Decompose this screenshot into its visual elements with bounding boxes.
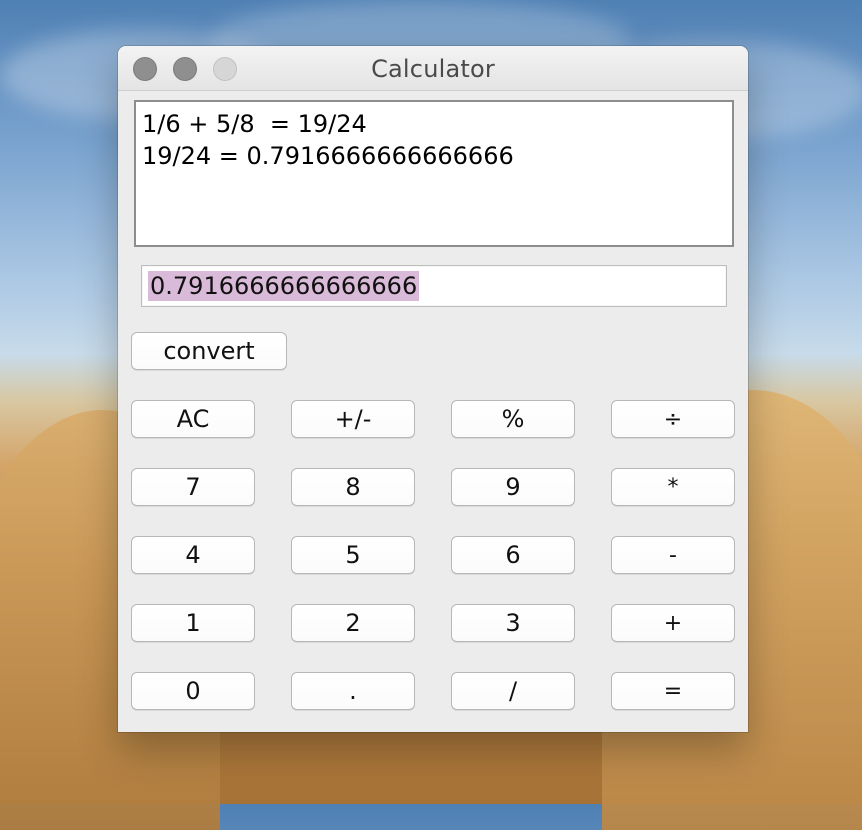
digit-0-button[interactable]: 0 (131, 672, 255, 710)
add-button[interactable]: + (611, 604, 735, 642)
all-clear-button[interactable]: AC (131, 400, 255, 438)
fraction-button[interactable]: / (451, 672, 575, 710)
calculation-history[interactable]: 1/6 + 5/8 = 19/24 19/24 = 0.791666666666… (134, 100, 734, 247)
decimal-point-button[interactable]: . (291, 672, 415, 710)
calculator-window: Calculator 1/6 + 5/8 = 19/24 19/24 = 0.7… (118, 46, 748, 732)
subtract-button[interactable]: - (611, 536, 735, 574)
digit-7-button[interactable]: 7 (131, 468, 255, 506)
digit-8-button[interactable]: 8 (291, 468, 415, 506)
history-line-1: 1/6 + 5/8 = 19/24 (142, 110, 367, 138)
equals-button[interactable]: = (611, 672, 735, 710)
convert-button[interactable]: convert (131, 332, 287, 370)
digit-9-button[interactable]: 9 (451, 468, 575, 506)
window-title: Calculator (371, 55, 495, 83)
divide-button[interactable]: ÷ (611, 400, 735, 438)
multiply-button[interactable]: * (611, 468, 735, 506)
digit-6-button[interactable]: 6 (451, 536, 575, 574)
digit-1-button[interactable]: 1 (131, 604, 255, 642)
result-field[interactable]: 0.7916666666666666 (141, 265, 727, 307)
percent-button[interactable]: % (451, 400, 575, 438)
digit-4-button[interactable]: 4 (131, 536, 255, 574)
digit-2-button[interactable]: 2 (291, 604, 415, 642)
window-titlebar[interactable]: Calculator (118, 46, 748, 91)
result-selected-text: 0.7916666666666666 (148, 271, 420, 301)
history-line-2: 19/24 = 0.7916666666666666 (142, 142, 514, 170)
digit-5-button[interactable]: 5 (291, 536, 415, 574)
toggle-sign-button[interactable]: +/- (291, 400, 415, 438)
digit-3-button[interactable]: 3 (451, 604, 575, 642)
